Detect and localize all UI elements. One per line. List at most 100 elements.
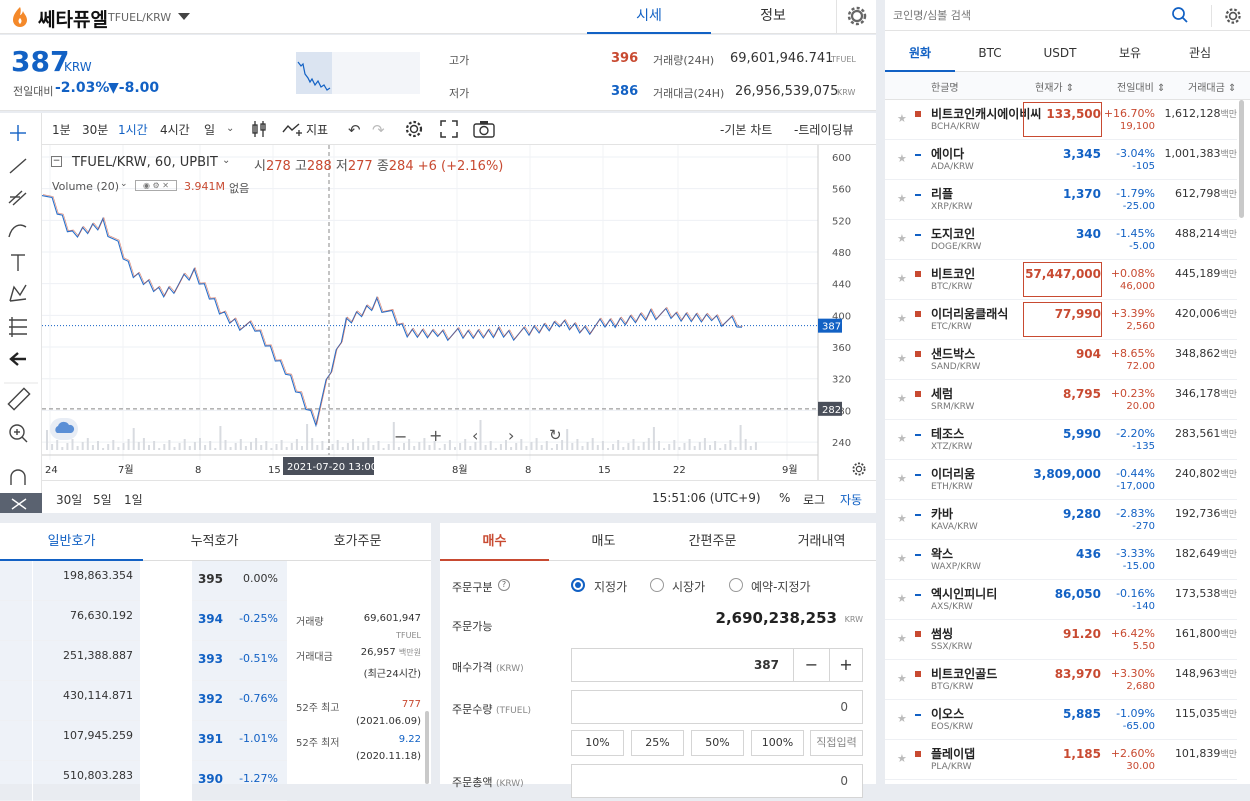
tab-info[interactable]: 정보 [711,0,835,34]
favorite-star-icon[interactable]: ★ [897,752,907,765]
candle-type-icon[interactable] [250,119,268,139]
search-icon[interactable] [1171,6,1189,24]
coin-name[interactable]: 쎄타퓨엘 [38,5,108,32]
coin-dropdown-icon[interactable] [178,13,190,20]
interval-30m[interactable]: 30분 [82,121,108,138]
favorite-star-icon[interactable]: ★ [897,152,907,165]
market-row[interactable]: ★ 이더리움클래식 ETC/KRW 77,990 +3.39% 2,560 420,006백… [885,300,1237,340]
basic-chart-button[interactable]: -기본 차트 [720,121,772,138]
search-input[interactable] [893,5,1153,25]
redo-icon[interactable]: ↷ [372,121,385,139]
tab-price[interactable]: 시세 [587,0,711,34]
market-row[interactable]: ★ 엑시인피니티 AXS/KRW 86,050 -0.16% -140 173,538백만 [885,580,1237,620]
favorite-star-icon[interactable]: ★ [897,392,907,405]
indicator-button[interactable]: 지표 [306,121,328,138]
orderbook-row[interactable]: 430,114.871 392 -0.76% [0,681,287,721]
zoom-out-button[interactable]: − [394,427,407,446]
ob-price[interactable]: 392 [198,692,223,706]
tab-orderbook-cumulative[interactable]: 누적호가 [143,523,286,561]
orderbook-row[interactable]: 76,630.192 394 -0.25% [0,601,287,641]
auto-toggle[interactable]: 자동 [840,491,862,508]
market-row[interactable]: ★ 비트코인골드 BTG/KRW 83,970 +3.30% 2,680 148,963백만 [885,660,1237,700]
zoom-in-icon[interactable] [9,424,28,443]
volume-legend-dropdown-icon[interactable]: ⌄ [120,179,128,189]
direct-input-button[interactable]: 직접입력 [810,730,863,756]
legend-collapse-icon[interactable]: − [51,156,62,167]
market-row[interactable]: ★ 플레이댑 PLA/KRW 1,185 +2.60% 30.00 101,839백만 [885,740,1237,780]
fib-tool-icon[interactable] [8,190,27,206]
favorite-star-icon[interactable]: ★ [897,192,907,205]
price-chart[interactable]: 600560520480440400360320280240247월815228… [42,145,876,480]
col-volume[interactable]: 거래대금 ⇕ [1188,79,1236,94]
undo-icon[interactable]: ↶ [348,121,361,139]
market-row[interactable]: ★ 샌드박스 SAND/KRW 904 +8.65% 72.00 348,862백만 [885,340,1237,380]
market-row[interactable]: ★ 리플 XRP/KRW 1,370 -1.79% -25.00 612,798백만 [885,180,1237,220]
range-30d[interactable]: 30일 [56,491,82,508]
col-name[interactable]: 한글명 [931,79,959,94]
market-tab[interactable]: BTC [955,36,1025,72]
reset-chart-icon[interactable]: ↻ [549,426,562,444]
tab-history[interactable]: 거래내역 [767,523,876,561]
market-row[interactable]: ★ 에이다 ADA/KRW 3,345 -3.04% -105 1,001,383백만 [885,140,1237,180]
magnet-icon[interactable] [10,469,26,485]
screenshot-camera-icon[interactable] [473,120,495,138]
tab-quick-order[interactable]: 간편주문 [658,523,767,561]
settings-gear-icon[interactable] [836,0,876,34]
orderbook-row[interactable]: 510,803.283 390 -1.27% [0,761,287,801]
favorite-star-icon[interactable]: ★ [897,272,907,285]
market-scrollbar[interactable] [1239,100,1244,218]
price-increment-button[interactable]: + [829,648,863,682]
market-row[interactable]: ★ 이오스 EOS/KRW 5,885 -1.09% -65.00 115,035백만 [885,700,1237,740]
favorite-star-icon[interactable]: ★ [897,232,907,245]
market-row[interactable]: ★ 테조스 XTZ/KRW 5,990 -2.20% -135 283,561백만 [885,420,1237,460]
pct-25-button[interactable]: 25% [631,730,684,756]
favorite-star-icon[interactable]: ★ [897,592,907,605]
orderbook-row[interactable]: 107,945.259 391 -1.01% [0,721,287,761]
market-row[interactable]: ★ 왁스 WAXP/KRW 436 -3.33% -15.00 182,649백만 [885,540,1237,580]
radio-limit[interactable] [571,578,585,592]
market-row[interactable]: ★ 썸씽 SSX/KRW 91.20 +6.42% 5.50 161,800백만 [885,620,1237,660]
measure-lines-icon[interactable] [9,317,27,337]
ob-price[interactable]: 393 [198,652,223,666]
interval-1m[interactable]: 1분 [52,121,71,138]
chart-settings-gear-icon[interactable] [404,119,424,139]
tradingview-button[interactable]: -트레이딩뷰 [794,121,854,138]
ob-price[interactable]: 391 [198,732,223,746]
tab-sell[interactable]: 매도 [549,523,658,561]
ruler-icon[interactable] [7,387,31,411]
percent-toggle[interactable]: % [779,491,790,505]
favorite-star-icon[interactable]: ★ [897,552,907,565]
price-decrement-button[interactable]: − [793,648,830,682]
ob-price[interactable]: 394 [198,612,223,626]
tab-buy[interactable]: 매수 [440,523,549,561]
tab-orderbook-order[interactable]: 호가주문 [286,523,429,561]
favorite-star-icon[interactable]: ★ [897,352,907,365]
col-price[interactable]: 현재가 ⇕ [1035,79,1074,94]
range-1d[interactable]: 1일 [124,491,143,508]
list-settings-gear-icon[interactable] [1211,5,1250,27]
favorite-star-icon[interactable]: ★ [897,312,907,325]
interval-4h[interactable]: 4시간 [160,121,190,138]
col-change[interactable]: 전일대비 ⇕ [1117,79,1165,94]
favorite-star-icon[interactable]: ★ [897,432,907,445]
pct-10-button[interactable]: 10% [571,730,624,756]
range-5d[interactable]: 5일 [93,491,112,508]
interval-dropdown-icon[interactable]: ⌄ [226,123,234,134]
zoom-in-button[interactable]: + [429,426,442,445]
interval-1h[interactable]: 1시간 [118,121,148,138]
ob-scrollbar[interactable] [425,711,429,784]
legend-dropdown-icon[interactable]: ⌄ [222,155,230,166]
favorite-star-icon[interactable]: ★ [897,712,907,725]
pattern-tool-icon[interactable] [9,284,27,302]
pct-50-button[interactable]: 50% [691,730,744,756]
total-input[interactable]: 0 [571,764,863,798]
scroll-right-button[interactable]: › [508,426,514,445]
market-tab[interactable]: 관심 [1165,36,1235,72]
market-tab[interactable]: 보유 [1095,36,1165,72]
orderbook-row[interactable]: 251,388.887 393 -0.51% [0,641,287,681]
market-row[interactable]: ★ 세럼 SRM/KRW 8,795 +0.23% 20.00 346,178백만 [885,380,1237,420]
legend-symbol[interactable]: TFUEL/KRW, 60, UPBIT [72,155,218,170]
market-row[interactable]: ★ 카바 KAVA/KRW 9,280 -2.83% -270 192,736백만 [885,500,1237,540]
market-tab[interactable]: 원화 [885,36,955,72]
orderbook-row[interactable]: 198,863.354 395 0.00% [0,561,287,601]
